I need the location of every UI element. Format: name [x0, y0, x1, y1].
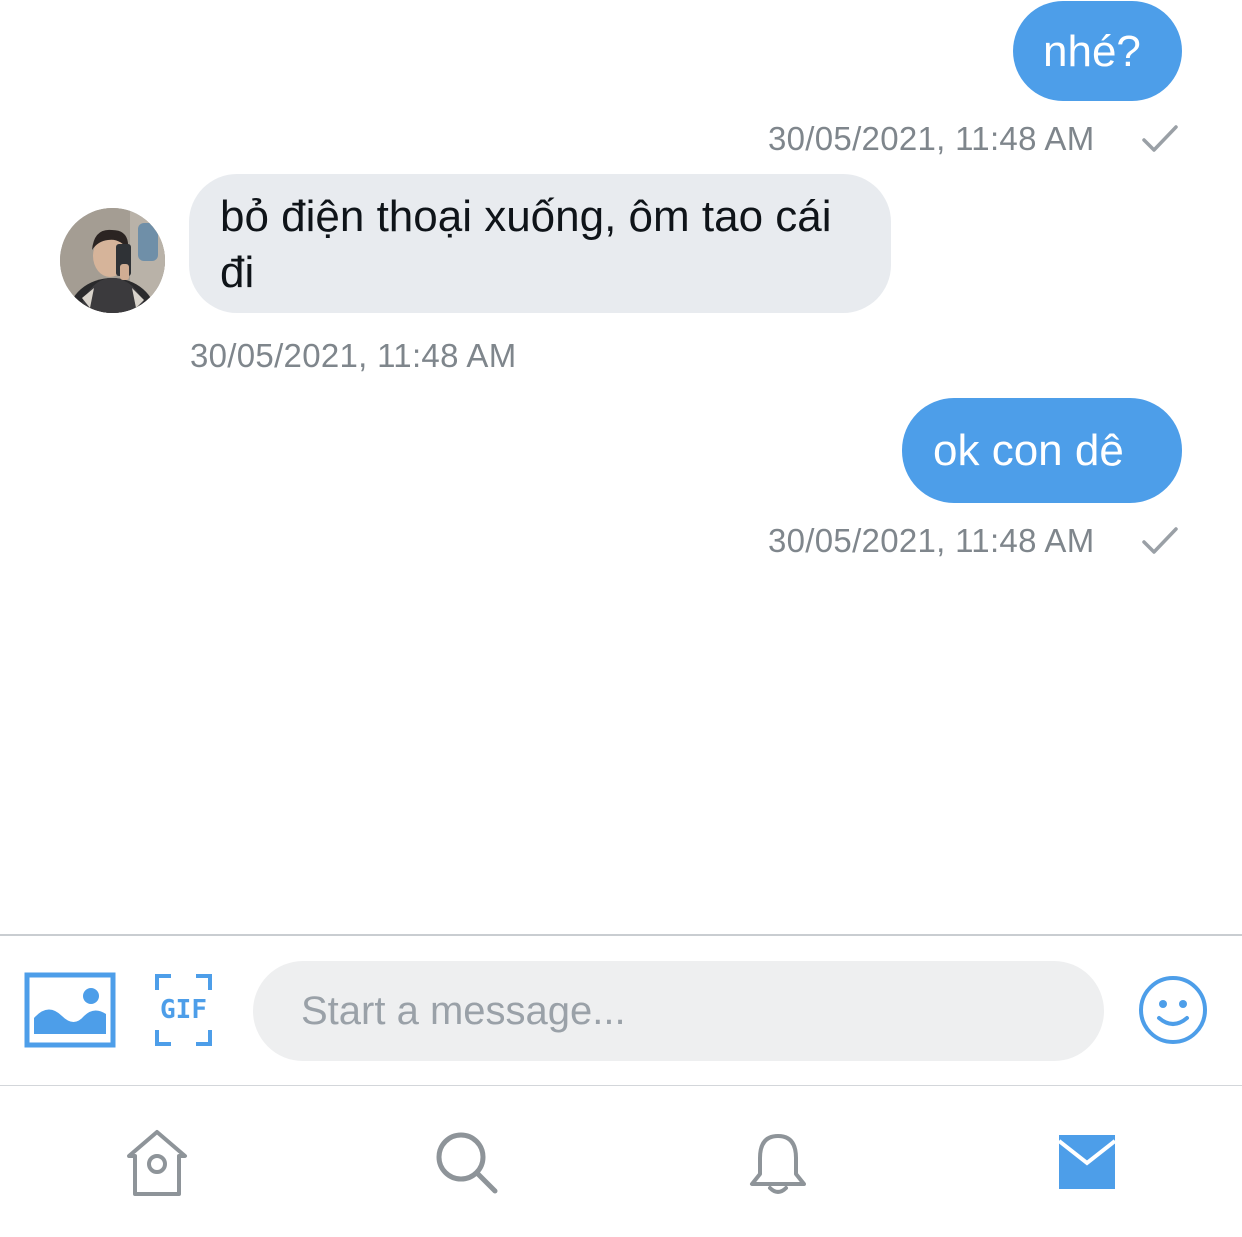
- dm-conversation-screen: nhé? 30/05/2021, 11:48 AM bỏ điện thoại …: [0, 0, 1242, 1237]
- message-text: ok con dê: [933, 426, 1124, 475]
- emoji-icon[interactable]: [1137, 974, 1209, 1046]
- incoming-message-bubble[interactable]: bỏ điện thoại xuống, ôm tao cái đi: [189, 174, 891, 313]
- avatar[interactable]: [60, 208, 165, 313]
- sent-check-icon: [1142, 527, 1178, 554]
- home-icon[interactable]: [123, 1128, 191, 1198]
- mail-icon[interactable]: [1059, 1135, 1115, 1189]
- outgoing-message-bubble[interactable]: nhé?: [1013, 1, 1182, 101]
- message-timestamp: 30/05/2021, 11:48 AM: [190, 337, 517, 374]
- search-icon[interactable]: [434, 1130, 500, 1196]
- avatar-photo: [60, 208, 165, 313]
- sent-check-icon: [1142, 125, 1178, 152]
- bell-icon[interactable]: [748, 1132, 808, 1196]
- message-input[interactable]: [253, 961, 1104, 1061]
- message-input-container[interactable]: [253, 961, 1104, 1061]
- message-timestamp: 30/05/2021, 11:48 AM: [768, 120, 1095, 157]
- outgoing-message-bubble[interactable]: ok con dê: [902, 398, 1182, 503]
- gif-button[interactable]: GIF: [155, 974, 212, 1046]
- message-text: nhé?: [1043, 27, 1141, 76]
- gif-label: GIF: [160, 995, 207, 1025]
- composer-top-divider: [0, 934, 1242, 936]
- image-icon[interactable]: [24, 972, 116, 1048]
- tab-bar-top-divider: [0, 1085, 1242, 1086]
- message-timestamp: 30/05/2021, 11:48 AM: [768, 522, 1095, 559]
- message-text: bỏ điện thoại xuống, ôm tao cái đi: [220, 192, 832, 297]
